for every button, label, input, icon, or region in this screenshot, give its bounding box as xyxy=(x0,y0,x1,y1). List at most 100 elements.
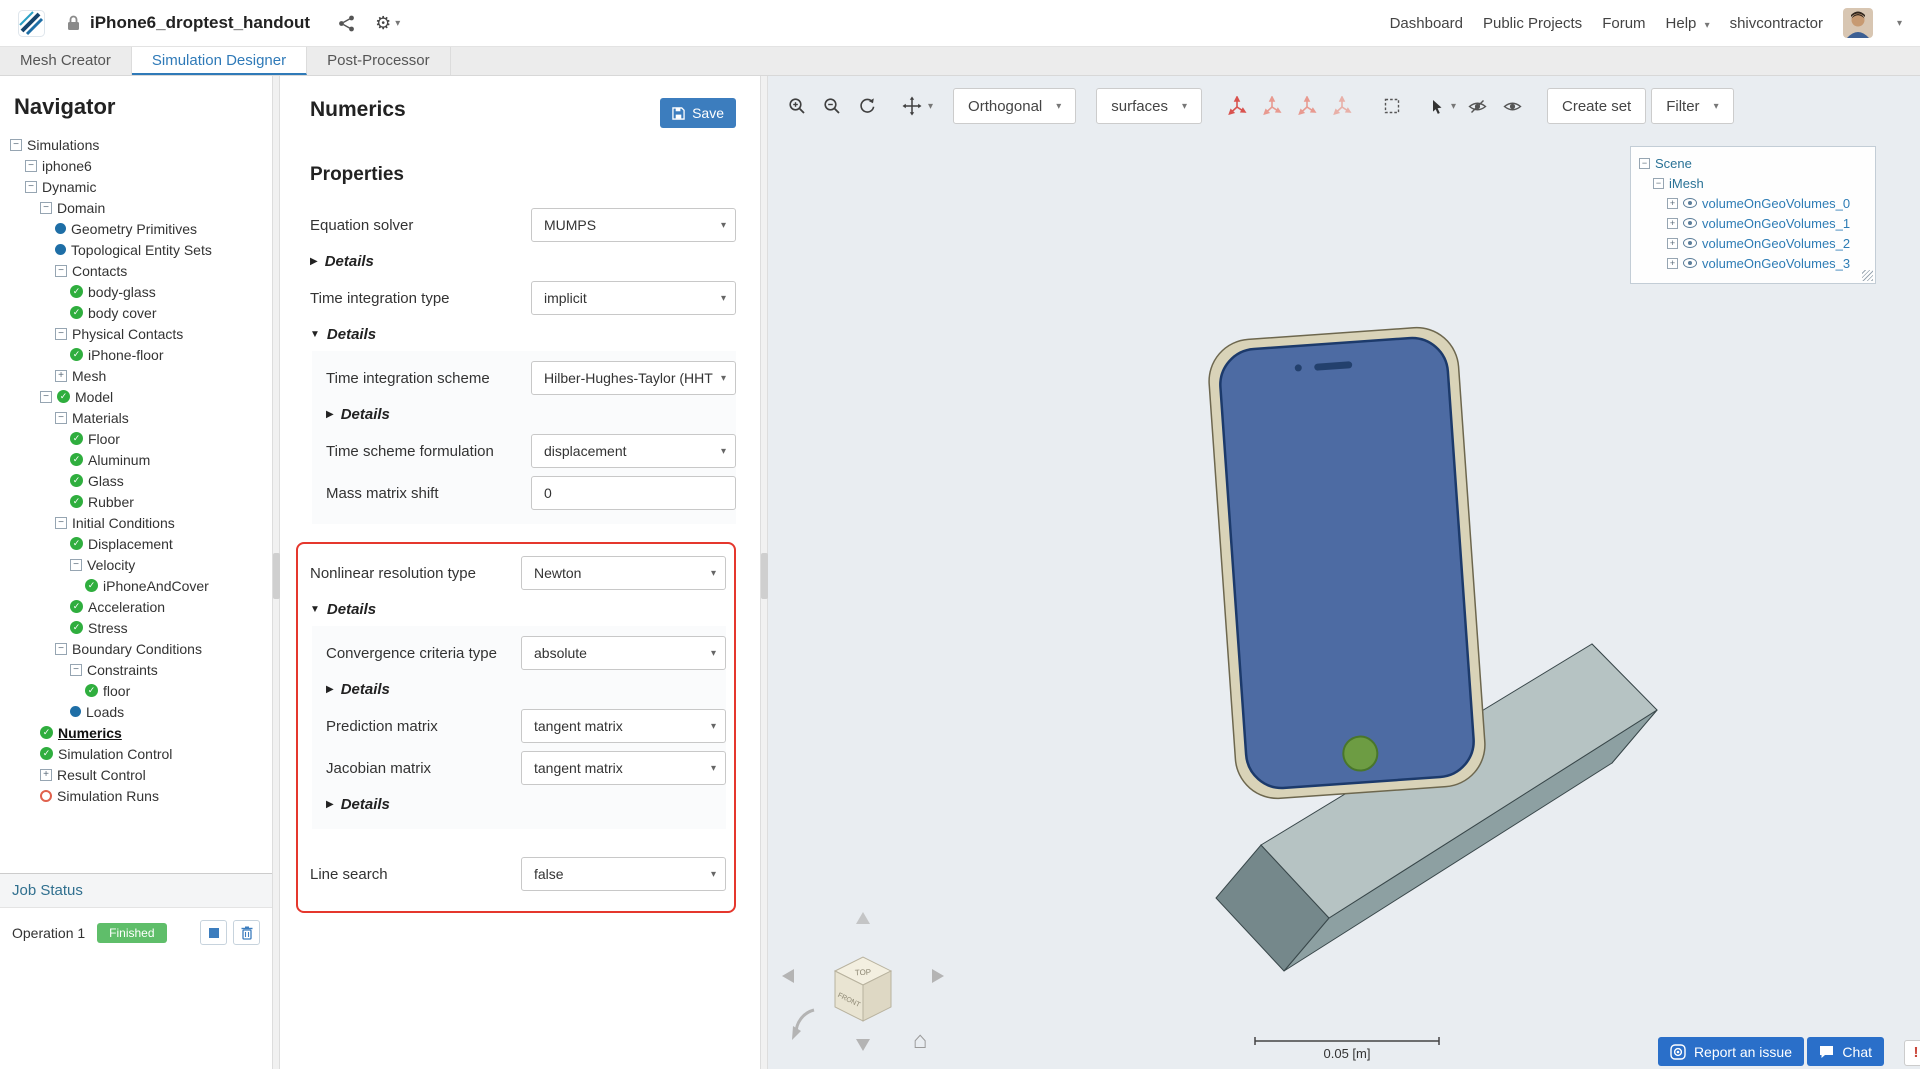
save-button[interactable]: Save xyxy=(660,98,736,128)
expand-icon[interactable]: + xyxy=(40,769,52,781)
clip-plane-z-button[interactable] xyxy=(1292,89,1322,123)
tree-item[interactable]: −Contacts xyxy=(0,260,272,281)
tab-mesh-creator[interactable]: Mesh Creator xyxy=(0,47,132,75)
expand-icon[interactable]: + xyxy=(55,370,67,382)
scene-tree-item[interactable]: −iMesh xyxy=(1631,173,1875,193)
zoom-out-button[interactable] xyxy=(817,89,847,123)
zoom-in-button[interactable] xyxy=(782,89,812,123)
tree-item[interactable]: ✓Simulation Control xyxy=(0,743,272,764)
tree-item[interactable]: Loads xyxy=(0,701,272,722)
scene-tree-item[interactable]: +volumeOnGeoVolumes_0 xyxy=(1631,193,1875,213)
jacobian-matrix-select[interactable]: tangent matrix ▾ xyxy=(521,751,726,785)
report-issue-button[interactable]: Report an issue xyxy=(1658,1037,1804,1066)
clip-plane-y-button[interactable] xyxy=(1257,89,1287,123)
tree-item[interactable]: ✓Aluminum xyxy=(0,449,272,470)
details-toggle-expanded[interactable]: ▼ Details xyxy=(310,321,736,348)
nav-forum[interactable]: Forum xyxy=(1602,15,1645,32)
refresh-view-button[interactable] xyxy=(852,89,882,123)
time-integration-type-select[interactable]: implicit ▾ xyxy=(531,281,736,315)
iphone-model[interactable] xyxy=(1206,325,1487,801)
splitter-handle[interactable] xyxy=(273,553,280,599)
tree-item[interactable]: −Materials xyxy=(0,407,272,428)
scene-tree-item[interactable]: +volumeOnGeoVolumes_1 xyxy=(1631,213,1875,233)
eye-icon[interactable] xyxy=(1683,218,1697,228)
eye-icon[interactable] xyxy=(1683,238,1697,248)
tree-item[interactable]: +Mesh xyxy=(0,365,272,386)
pan-tool-menu[interactable]: ▾ xyxy=(902,89,933,123)
collapse-icon[interactable]: − xyxy=(40,391,52,403)
tree-item[interactable]: Topological Entity Sets xyxy=(0,239,272,260)
chevron-down-icon[interactable]: ▾ xyxy=(1897,18,1902,29)
nav-public-projects[interactable]: Public Projects xyxy=(1483,15,1582,32)
properties-splitter[interactable] xyxy=(761,76,768,1069)
details-toggle[interactable]: ▶ Details xyxy=(326,676,726,703)
mass-matrix-shift-input[interactable]: 0 xyxy=(531,476,736,510)
collapse-icon[interactable]: − xyxy=(55,265,67,277)
tree-item[interactable]: ✓iPhoneAndCover xyxy=(0,575,272,596)
navigation-cube[interactable]: TOP FRONT ⌂ xyxy=(782,912,944,1054)
details-toggle[interactable]: ▶ Details xyxy=(326,791,726,818)
collapse-icon[interactable]: − xyxy=(70,559,82,571)
hide-selected-button[interactable] xyxy=(1462,89,1492,123)
tree-item[interactable]: ✓Numerics xyxy=(0,722,272,743)
tree-item[interactable]: Simulation Runs xyxy=(0,785,272,806)
expand-icon[interactable]: + xyxy=(1667,218,1678,229)
tab-simulation-designer[interactable]: Simulation Designer xyxy=(132,47,307,75)
home-icon[interactable]: ⌂ xyxy=(913,1027,928,1054)
collapse-icon[interactable]: − xyxy=(25,160,37,172)
tree-item[interactable]: ✓Floor xyxy=(0,428,272,449)
share-button[interactable] xyxy=(338,15,355,32)
tree-item[interactable]: −✓Model xyxy=(0,386,272,407)
username[interactable]: shivcontractor xyxy=(1730,15,1823,32)
alert-button[interactable]: ! xyxy=(1904,1040,1920,1066)
equation-solver-select[interactable]: MUMPS ▾ xyxy=(531,208,736,242)
tree-item[interactable]: ✓Stress xyxy=(0,617,272,638)
tree-item[interactable]: ✓Displacement xyxy=(0,533,272,554)
tree-item[interactable]: Geometry Primitives xyxy=(0,218,272,239)
scene-tree-item[interactable]: +volumeOnGeoVolumes_2 xyxy=(1631,233,1875,253)
tab-post-processor[interactable]: Post-Processor xyxy=(307,47,451,75)
filter-menu[interactable]: Filter ▾ xyxy=(1651,88,1733,124)
tree-item[interactable]: ✓body cover xyxy=(0,302,272,323)
app-logo-icon[interactable] xyxy=(18,10,45,37)
box-select-button[interactable] xyxy=(1377,89,1407,123)
expand-icon[interactable]: + xyxy=(1667,198,1678,209)
collapse-icon[interactable]: − xyxy=(10,139,22,151)
tree-item[interactable]: ✓iPhone-floor xyxy=(0,344,272,365)
collapse-icon[interactable]: − xyxy=(55,328,67,340)
eye-icon[interactable] xyxy=(1683,198,1697,208)
chat-button[interactable]: Chat xyxy=(1807,1037,1884,1066)
prediction-matrix-select[interactable]: tangent matrix ▾ xyxy=(521,709,726,743)
line-search-select[interactable]: false ▾ xyxy=(521,857,726,891)
stop-job-button[interactable] xyxy=(200,920,227,945)
projection-select[interactable]: Orthogonal ▾ xyxy=(953,88,1076,124)
scene-tree-item[interactable]: +volumeOnGeoVolumes_3 xyxy=(1631,253,1875,273)
nav-help-menu[interactable]: Help ▾ xyxy=(1666,15,1710,32)
collapse-icon[interactable]: − xyxy=(55,643,67,655)
details-toggle-expanded[interactable]: ▼ Details xyxy=(310,596,726,623)
create-set-button[interactable]: Create set xyxy=(1547,88,1646,124)
time-scheme-formulation-select[interactable]: displacement ▾ xyxy=(531,434,736,468)
splitter-handle[interactable] xyxy=(761,553,768,599)
collapse-icon[interactable]: − xyxy=(40,202,52,214)
tree-item[interactable]: ✓Acceleration xyxy=(0,596,272,617)
clip-plane-x-button[interactable] xyxy=(1222,89,1252,123)
details-toggle[interactable]: ▶ Details xyxy=(310,248,736,275)
collapse-icon[interactable]: − xyxy=(25,181,37,193)
render-mode-select[interactable]: surfaces ▾ xyxy=(1096,88,1202,124)
expand-icon[interactable]: + xyxy=(1667,238,1678,249)
tree-item[interactable]: ✓floor xyxy=(0,680,272,701)
scene-tree-item[interactable]: −Scene xyxy=(1631,153,1875,173)
tree-item[interactable]: +Result Control xyxy=(0,764,272,785)
tree-item[interactable]: −Constraints xyxy=(0,659,272,680)
tree-item[interactable]: −Physical Contacts xyxy=(0,323,272,344)
clip-plane-reset-button[interactable] xyxy=(1327,89,1357,123)
tree-item[interactable]: −Velocity xyxy=(0,554,272,575)
collapse-icon[interactable]: − xyxy=(70,664,82,676)
tree-item[interactable]: −Simulations xyxy=(0,134,272,155)
show-all-button[interactable] xyxy=(1497,89,1527,123)
expand-icon[interactable]: + xyxy=(1667,258,1678,269)
tree-item[interactable]: −Domain xyxy=(0,197,272,218)
eye-icon[interactable] xyxy=(1683,258,1697,268)
collapse-icon[interactable]: − xyxy=(55,412,67,424)
